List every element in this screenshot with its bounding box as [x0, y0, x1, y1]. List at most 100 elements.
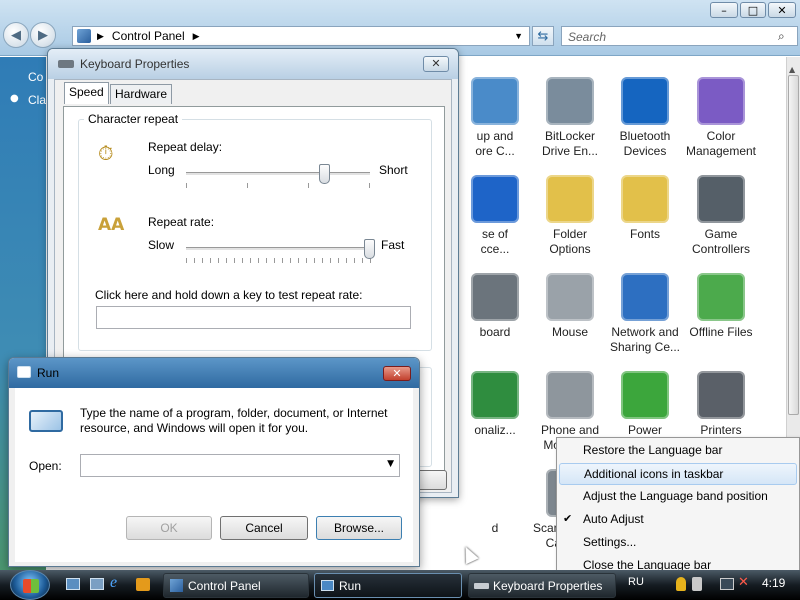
- blank-icon: [471, 469, 519, 517]
- repeat-delay-track: [186, 172, 370, 176]
- game-controller-icon: [697, 175, 745, 223]
- menu-item-label: Auto Adjust: [583, 512, 644, 526]
- control-panel-item-label: Printers: [700, 423, 742, 437]
- bullet-icon: ●: [10, 93, 19, 104]
- maximize-button[interactable]: □: [740, 2, 766, 18]
- offline-files-icon: [697, 273, 745, 321]
- ease-of-access-icon: [471, 175, 519, 223]
- run-title: Run: [37, 366, 60, 380]
- breadcrumb-arrow-icon: ▶: [192, 30, 200, 41]
- keyboard-dialog-titlebar[interactable]: Keyboard Properties ✕: [48, 49, 458, 79]
- delay-long-label: Long: [148, 163, 175, 177]
- control-panel-icon: [170, 579, 183, 592]
- color-management-icon: [697, 77, 745, 125]
- refresh-button[interactable]: ⇆: [532, 26, 554, 46]
- menu-item[interactable]: Restore the Language bar: [559, 440, 797, 462]
- back-button[interactable]: ◀: [3, 22, 29, 48]
- menu-item[interactable]: ✔ Auto Adjust: [559, 509, 797, 531]
- language-bar-context-menu: Restore the Language bar Additional icons…: [556, 437, 800, 577]
- keyboard-icon: [471, 273, 519, 321]
- search-input[interactable]: Search: [561, 26, 798, 46]
- folder-options-icon: [546, 175, 594, 223]
- test-area-label: Click here and hold down a key to test r…: [95, 288, 363, 302]
- taskbar-control-panel[interactable]: Control Panel: [163, 573, 309, 598]
- notification-icon[interactable]: [676, 577, 686, 591]
- menu-item-label: Restore the Language bar: [583, 443, 723, 457]
- clock[interactable]: 4:19: [762, 576, 785, 590]
- address-bar[interactable]: ▶ Control Panel ▶ ▼: [72, 26, 530, 46]
- taskbar-keyboard-properties[interactable]: Keyboard Properties: [468, 573, 616, 598]
- printer-icon: [697, 371, 745, 419]
- taskbar-run[interactable]: Run: [314, 573, 462, 598]
- forward-arrow-icon: ▶: [38, 27, 48, 43]
- bluetooth-icon: [621, 77, 669, 125]
- task-link[interactable]: Co: [28, 70, 43, 84]
- open-combobox[interactable]: ▼: [80, 454, 400, 477]
- tab-speed[interactable]: Speed: [64, 82, 109, 104]
- cancel-button[interactable]: Cancel: [220, 516, 308, 540]
- start-button[interactable]: [10, 570, 50, 600]
- keyboard-dialog-title: Keyboard Properties: [80, 57, 190, 71]
- run-icon: [321, 580, 334, 591]
- repeat-rate-track: [186, 247, 370, 251]
- keyboard-icon: [58, 60, 74, 68]
- show-desktop-icon[interactable]: [66, 578, 80, 590]
- personalization-icon: [471, 371, 519, 419]
- ok-button[interactable]: OK: [126, 516, 212, 540]
- run-titlebar-icon: [17, 366, 31, 378]
- refresh-icon: ⇆: [537, 28, 549, 44]
- classic-view-link[interactable]: Cla: [28, 93, 46, 107]
- back-arrow-icon: ◀: [11, 27, 21, 43]
- repeat-rate-label: Repeat rate:: [148, 215, 215, 229]
- control-panel-icon: [77, 29, 91, 43]
- delay-short-label: Short: [379, 163, 408, 177]
- rate-fast-label: Fast: [381, 238, 405, 252]
- menu-item[interactable]: Additional icons in taskbar: [559, 463, 797, 485]
- checkmark-icon: ✔: [563, 513, 573, 525]
- forward-button[interactable]: ▶: [30, 22, 56, 48]
- internet-explorer-icon[interactable]: e: [110, 574, 117, 592]
- group-label: Character repeat: [84, 112, 183, 126]
- language-indicator[interactable]: RU: [628, 576, 644, 588]
- test-repeat-input[interactable]: [96, 306, 411, 329]
- run-body: Type the name of a program, folder, docu…: [15, 388, 413, 562]
- run-close-button[interactable]: ✕: [383, 366, 411, 381]
- repeat-rate-slider[interactable]: [364, 239, 375, 259]
- repeat-delay-icon: ⏱: [98, 141, 114, 165]
- menu-item[interactable]: Adjust the Language band position: [559, 486, 797, 508]
- menu-item-label: Adjust the Language band position: [583, 489, 768, 503]
- menu-item[interactable]: Settings...: [559, 532, 797, 554]
- power-icon: [621, 371, 669, 419]
- bitlocker-icon: [546, 77, 594, 125]
- scroll-up-icon[interactable]: ▲: [789, 65, 795, 74]
- switch-windows-icon[interactable]: [90, 578, 104, 590]
- repeat-delay-label: Repeat delay:: [148, 140, 223, 154]
- breadcrumb-control-panel[interactable]: Control Panel: [112, 29, 185, 43]
- repeat-rate-ticks: [186, 258, 372, 263]
- breadcrumb-arrow-icon: ▶: [97, 30, 104, 41]
- volume-muted-icon[interactable]: ✕: [738, 575, 749, 590]
- control-panel-item[interactable]: Offline Files: [676, 273, 766, 369]
- open-dropdown-icon[interactable]: ▼: [387, 459, 394, 469]
- network-status-icon[interactable]: [720, 578, 734, 590]
- tab-hardware[interactable]: Hardware: [110, 84, 173, 104]
- network-icon: [621, 273, 669, 321]
- repeat-delay-slider[interactable]: [319, 164, 330, 184]
- control-panel-item[interactable]: Game Controllers: [676, 175, 766, 271]
- control-panel-item[interactable]: Color Management: [676, 77, 766, 173]
- tray-icon[interactable]: [692, 577, 702, 591]
- close-button[interactable]: ✕: [768, 2, 796, 18]
- keyboard-close-button[interactable]: ✕: [423, 56, 449, 72]
- menu-item-label: Additional icons in taskbar: [584, 467, 724, 481]
- browse-button[interactable]: Browse...: [316, 516, 402, 540]
- repeat-delay-ticks: [186, 183, 372, 188]
- minimize-button[interactable]: –: [710, 2, 738, 18]
- keyboard-icon: [474, 583, 489, 589]
- taskbar: e Control Panel Run Keyboard Properties …: [0, 570, 800, 600]
- run-program-icon: [29, 410, 63, 432]
- scroll-thumb[interactable]: [788, 75, 799, 415]
- address-dropdown-icon[interactable]: ▼: [514, 31, 523, 41]
- run-titlebar[interactable]: Run ✕: [9, 358, 419, 388]
- search-icon[interactable]: ⌕: [778, 29, 785, 44]
- media-player-icon[interactable]: [136, 578, 150, 591]
